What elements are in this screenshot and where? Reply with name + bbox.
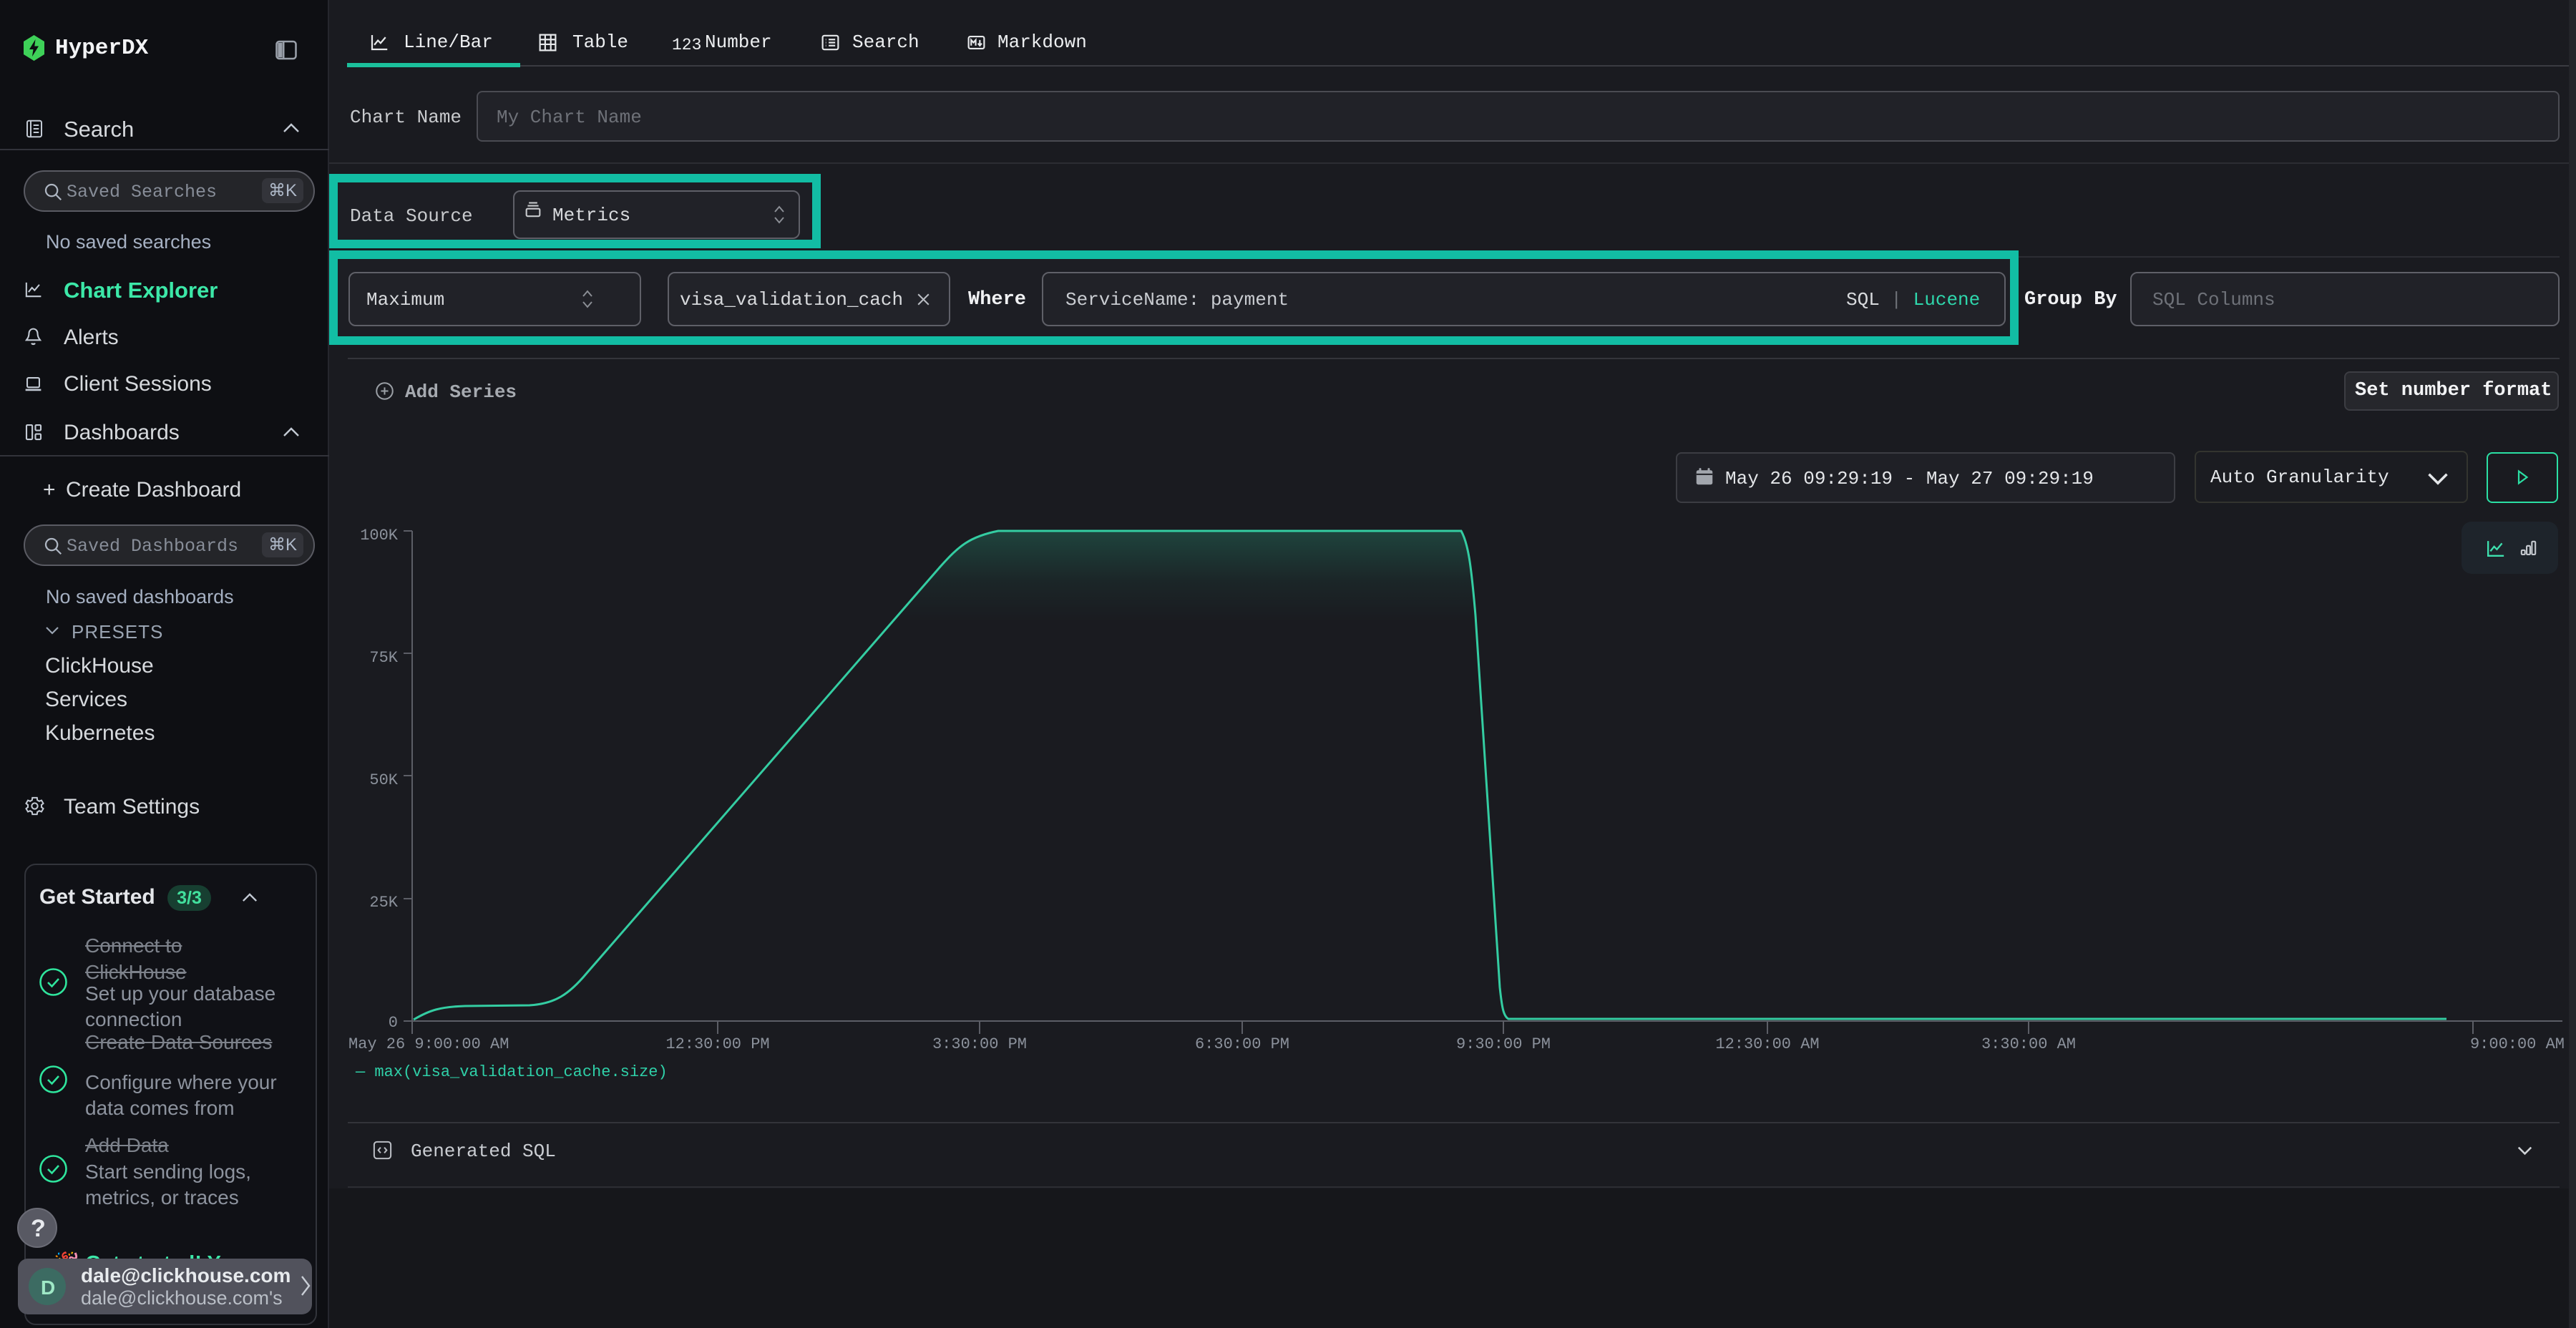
svg-text:12:30:00 PM: 12:30:00 PM (665, 1035, 769, 1053)
svg-text:100K: 100K (360, 527, 399, 545)
svg-text:9:30:00 PM: 9:30:00 PM (1456, 1035, 1551, 1053)
svg-text:6:30:00 PM: 6:30:00 PM (1195, 1035, 1289, 1053)
svg-text:9:00:00 AM: 9:00:00 AM (2470, 1035, 2565, 1053)
svg-text:12:30:00 AM: 12:30:00 AM (1715, 1035, 1819, 1053)
svg-text:75K: 75K (369, 649, 398, 667)
svg-text:3:30:00 AM: 3:30:00 AM (1981, 1035, 2076, 1053)
svg-text:May 26 9:00:00 AM: May 26 9:00:00 AM (348, 1035, 509, 1053)
svg-text:25K: 25K (369, 894, 398, 912)
svg-text:0: 0 (389, 1014, 398, 1032)
svg-text:3:30:00 PM: 3:30:00 PM (932, 1035, 1027, 1053)
svg-text:50K: 50K (369, 771, 398, 789)
